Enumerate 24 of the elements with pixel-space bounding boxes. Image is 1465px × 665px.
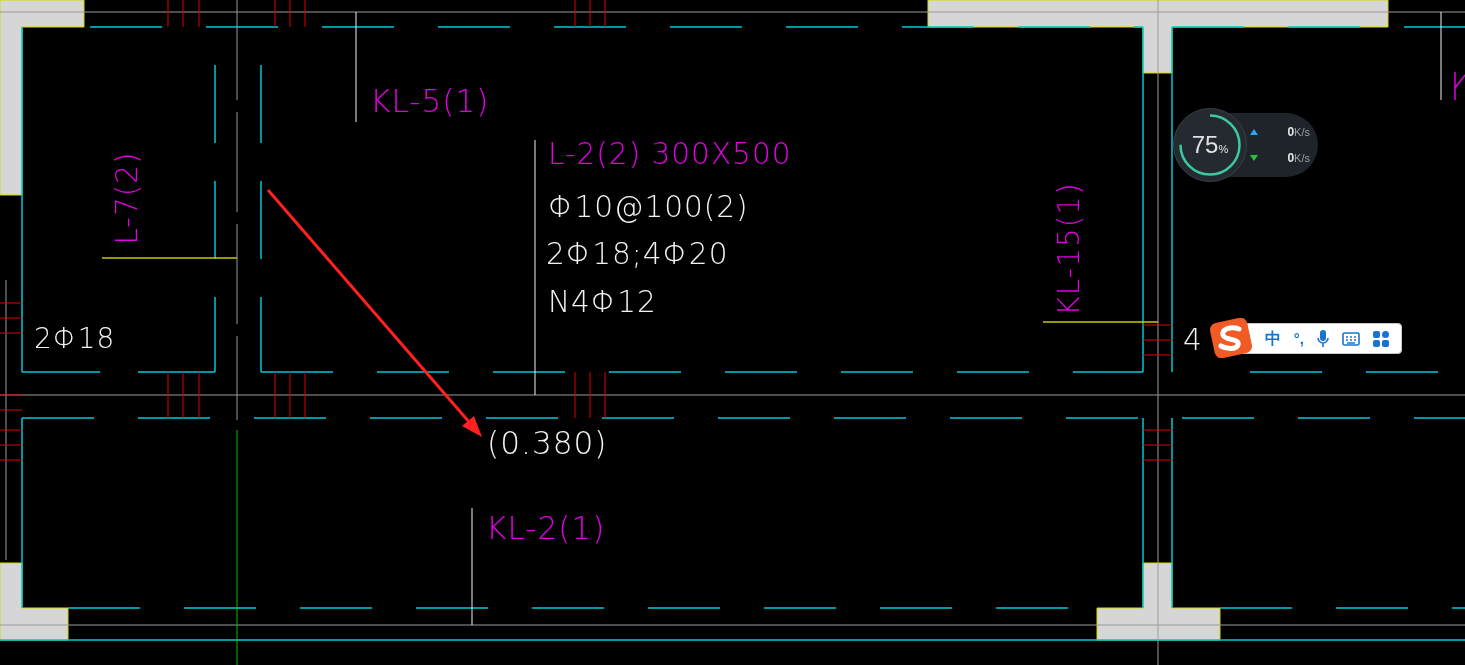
drawing-label: 2Φ18;4Φ20 [546, 240, 729, 270]
percent-sign: % [1218, 142, 1229, 157]
apps-grid-icon[interactable] [1373, 330, 1389, 347]
drawing-label: KL-5(1) [370, 86, 490, 118]
usage-percent: 75 [1191, 132, 1219, 157]
punctuation-button[interactable]: °, [1293, 331, 1304, 346]
drawing-label: Φ10@100(2) [548, 193, 749, 223]
keyboard-icon[interactable] [1342, 331, 1360, 346]
speed-unit: K/s [1294, 125, 1310, 140]
upload-speed: 0 [1287, 124, 1295, 141]
drawing-label: L-7(2) [113, 151, 143, 245]
progress-ring-icon [1179, 114, 1241, 176]
ime-logo-icon[interactable] [1209, 318, 1253, 358]
download-speed: 0 [1287, 150, 1295, 167]
drawing-label: KL-15(1) [1055, 182, 1085, 316]
microphone-icon[interactable] [1317, 329, 1329, 348]
speed-unit: K/s [1294, 151, 1310, 166]
drawing-label: 4 [1183, 326, 1203, 356]
drawing-label: L-2(2) 300X500 [548, 140, 792, 170]
drawing-label: 2Φ18 [34, 325, 116, 353]
drawing-label: (0.380) [487, 428, 608, 460]
drawing-label: KL-2(1) [486, 513, 606, 545]
drawing-label: N4Φ12 [548, 288, 657, 318]
language-mode-button[interactable]: 中 [1264, 330, 1281, 347]
